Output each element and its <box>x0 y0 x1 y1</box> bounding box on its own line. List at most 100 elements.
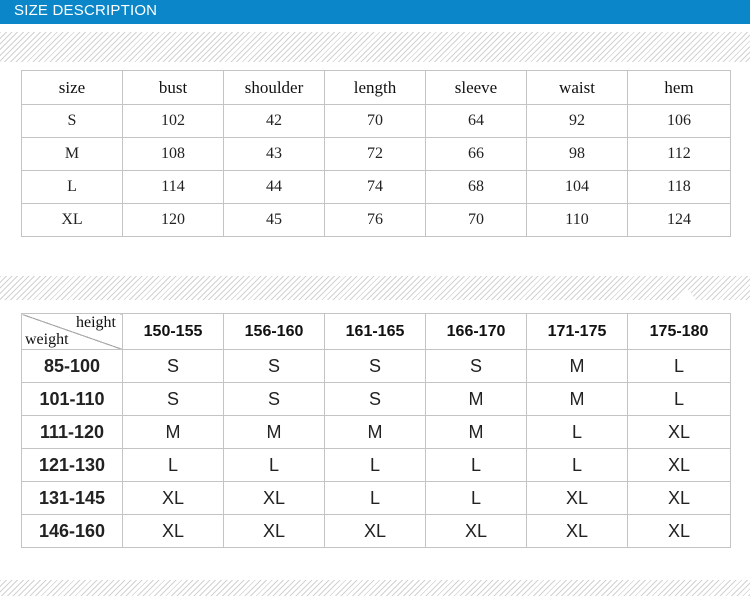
table-cell: 70 <box>425 203 527 237</box>
size-cell: L <box>324 448 426 482</box>
page-title: SIZE DESCRIPTION <box>14 2 158 19</box>
size-cell: XL <box>223 514 325 548</box>
size-cell: XL <box>627 448 731 482</box>
column-header: shoulder <box>223 70 325 105</box>
table-cell: 98 <box>526 137 628 171</box>
size-cell: XL <box>122 514 224 548</box>
table-cell: 44 <box>223 170 325 204</box>
stripe-divider-bottom <box>0 580 750 596</box>
table-cell: 74 <box>324 170 426 204</box>
stripe-divider-middle <box>0 276 750 300</box>
table-row: 121-130 L L L L L XL <box>21 448 731 482</box>
table-cell: 106 <box>627 104 731 138</box>
size-cell: S <box>425 349 527 383</box>
table-row: L 114 44 74 68 104 118 <box>21 170 731 204</box>
size-cell: L <box>526 448 628 482</box>
table-cell: 64 <box>425 104 527 138</box>
weight-range-label: 101-110 <box>21 382 123 416</box>
table-cell: 124 <box>627 203 731 237</box>
height-label: height <box>76 314 116 332</box>
table-cell: 120 <box>122 203 224 237</box>
column-header: hem <box>627 70 731 105</box>
size-table-header: size bust shoulder length sleeve waist h… <box>21 70 731 105</box>
table-cell: 104 <box>526 170 628 204</box>
height-range-header: 161-165 <box>324 313 426 350</box>
table-row: XL 120 45 76 70 110 124 <box>21 203 731 237</box>
size-cell: M <box>526 382 628 416</box>
table-row: 131-145 XL XL L L XL XL <box>21 481 731 515</box>
table-cell: 72 <box>324 137 426 171</box>
table-cell: 114 <box>122 170 224 204</box>
size-cell: S <box>122 382 224 416</box>
size-cell: S <box>324 382 426 416</box>
size-cell: M <box>425 415 527 449</box>
height-range-header: 156-160 <box>223 313 325 350</box>
size-cell: S <box>122 349 224 383</box>
stripe-divider-top <box>0 32 750 62</box>
size-cell: XL <box>627 415 731 449</box>
height-range-header: 166-170 <box>425 313 527 350</box>
size-label: S <box>21 104 123 138</box>
column-header: size <box>21 70 123 105</box>
size-cell: L <box>223 448 325 482</box>
weight-range-label: 111-120 <box>21 415 123 449</box>
size-cell: M <box>122 415 224 449</box>
table-cell: 108 <box>122 137 224 171</box>
table-cell: 102 <box>122 104 224 138</box>
table-cell: 45 <box>223 203 325 237</box>
column-header: sleeve <box>425 70 527 105</box>
size-cell: M <box>324 415 426 449</box>
table-cell: 66 <box>425 137 527 171</box>
size-cell: M <box>223 415 325 449</box>
height-range-header: 171-175 <box>526 313 628 350</box>
table-cell: 110 <box>526 203 628 237</box>
size-fit-table: height weight 150-155 156-160 161-165 16… <box>21 313 731 548</box>
table-cell: 43 <box>223 137 325 171</box>
weight-label: weight <box>25 331 69 348</box>
size-cell: L <box>425 448 527 482</box>
size-cell: L <box>425 481 527 515</box>
table-row: 146-160 XL XL XL XL XL XL <box>21 514 731 548</box>
weight-range-label: 146-160 <box>21 514 123 548</box>
column-header: length <box>324 70 426 105</box>
column-header: waist <box>526 70 628 105</box>
corner-header-cell: height weight <box>21 313 123 350</box>
size-cell: XL <box>324 514 426 548</box>
size-cell: XL <box>425 514 527 548</box>
size-cell: M <box>526 349 628 383</box>
height-range-header: 150-155 <box>122 313 224 350</box>
size-cell: XL <box>627 514 731 548</box>
size-label: L <box>21 170 123 204</box>
column-header: bust <box>122 70 224 105</box>
table-row: S 102 42 70 64 92 106 <box>21 104 731 138</box>
table-cell: 118 <box>627 170 731 204</box>
size-cell: S <box>223 349 325 383</box>
table-cell: 42 <box>223 104 325 138</box>
size-cell: XL <box>122 481 224 515</box>
size-label: XL <box>21 203 123 237</box>
size-cell: L <box>526 415 628 449</box>
size-cell: S <box>223 382 325 416</box>
height-range-header: 175-180 <box>627 313 731 350</box>
table-cell: 112 <box>627 137 731 171</box>
size-cell: M <box>425 382 527 416</box>
size-cell: XL <box>223 481 325 515</box>
size-cell: S <box>324 349 426 383</box>
table-row: 111-120 M M M M L XL <box>21 415 731 449</box>
header-bar: SIZE DESCRIPTION <box>0 0 750 24</box>
size-cell: L <box>627 349 731 383</box>
weight-range-label: 131-145 <box>21 481 123 515</box>
size-label: M <box>21 137 123 171</box>
table-row: M 108 43 72 66 98 112 <box>21 137 731 171</box>
table-cell: 70 <box>324 104 426 138</box>
size-cell: XL <box>526 514 628 548</box>
size-cell: L <box>122 448 224 482</box>
table-cell: 92 <box>526 104 628 138</box>
table-row: 85-100 S S S S M L <box>21 349 731 383</box>
size-cell: XL <box>526 481 628 515</box>
divider-notch <box>678 288 696 300</box>
weight-range-label: 121-130 <box>21 448 123 482</box>
fit-table-header: height weight 150-155 156-160 161-165 16… <box>21 313 731 350</box>
table-cell: 76 <box>324 203 426 237</box>
size-cell: L <box>324 481 426 515</box>
